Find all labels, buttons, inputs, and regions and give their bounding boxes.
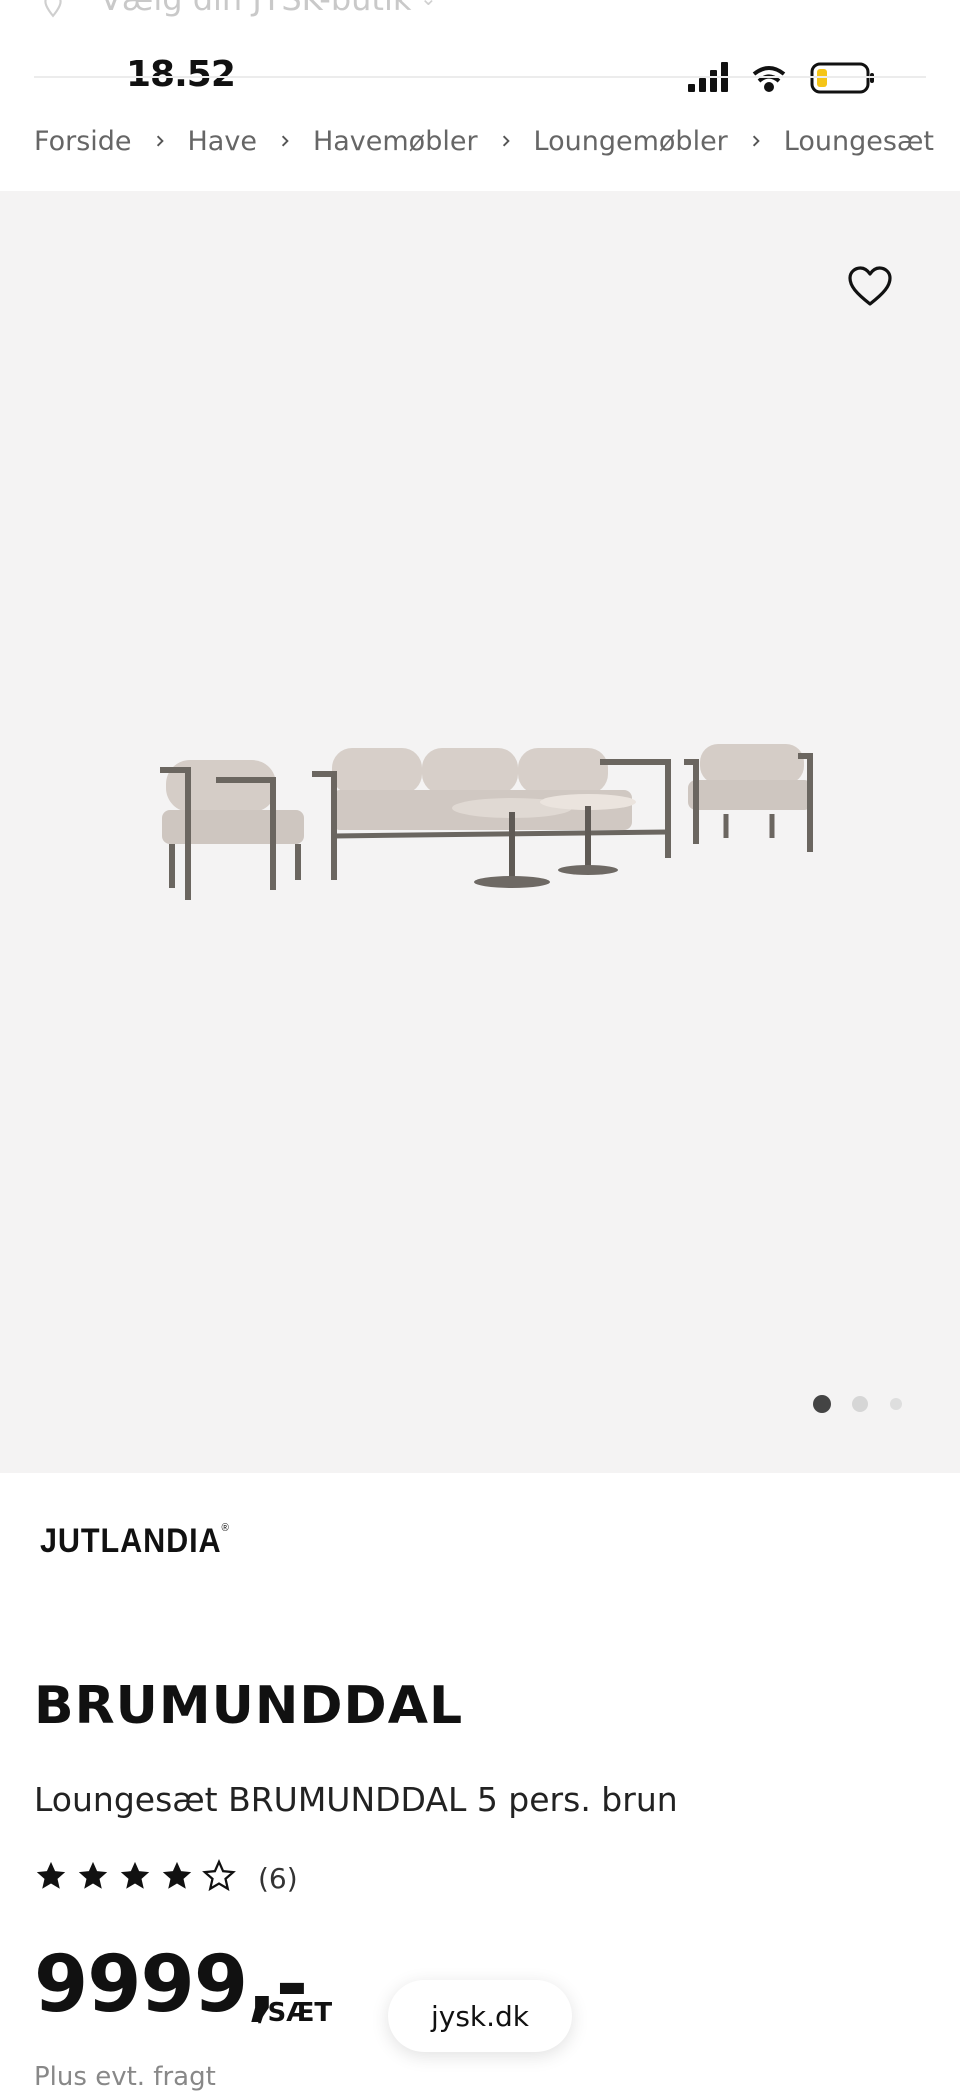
- star-empty-icon: [202, 1859, 236, 1892]
- product-subtitle: Loungesæt BRUMUNDDAL 5 pers. brun: [34, 1780, 678, 1819]
- coffee-tables: [452, 794, 636, 888]
- status-time: 18.52: [126, 54, 236, 95]
- rating-stars: [34, 1859, 244, 1897]
- gallery-pagination[interactable]: [808, 1394, 908, 1414]
- breadcrumb: Forside Have Havemøbler Loungemøbler Lou…: [34, 120, 934, 162]
- pagination-dot: [890, 1398, 902, 1410]
- divider: [34, 76, 926, 78]
- battery-icon: [810, 62, 874, 94]
- breadcrumb-item-havemobler[interactable]: Havemøbler: [313, 126, 478, 157]
- breadcrumb-item-have[interactable]: Have: [188, 126, 257, 157]
- pagination-dot-active: [813, 1395, 831, 1413]
- price-unit: /SÆT: [258, 1998, 333, 2028]
- review-count: (6): [258, 1861, 298, 1895]
- star-filled-icon: [162, 1861, 192, 1889]
- breadcrumb-item-loungemobler[interactable]: Loungemøbler: [534, 126, 728, 157]
- freight-note: Plus evt. fragt: [34, 2062, 216, 2092]
- armchair-left: [160, 760, 304, 900]
- chevron-right-icon: [156, 135, 164, 147]
- status-icons: [688, 62, 874, 94]
- rating[interactable]: (6): [34, 1858, 298, 1898]
- location-pin-icon: [44, 0, 62, 18]
- star-filled-icon: [36, 1861, 66, 1889]
- pagination-dot: [852, 1396, 868, 1412]
- heart-icon[interactable]: [846, 264, 894, 308]
- chevron-right-icon: [502, 135, 510, 147]
- chevron-down-icon: ⌄: [420, 0, 437, 10]
- wifi-icon: [752, 66, 786, 92]
- chevron-right-icon: [752, 135, 760, 147]
- armchair-right: [684, 744, 813, 852]
- browser-url-pill[interactable]: jysk.dk: [388, 1980, 572, 2052]
- chevron-right-icon: [281, 135, 289, 147]
- product-title: BRUMUNDDAL: [34, 1676, 464, 1736]
- store-selector-bar[interactable]: Vælg din JYSK-butik ⌄: [0, 0, 960, 24]
- star-filled-icon: [120, 1861, 150, 1889]
- star-filled-icon: [78, 1861, 108, 1889]
- breadcrumb-item-loungesaet[interactable]: Loungesæt: [784, 126, 934, 157]
- store-selector-label: Vælg din JYSK-butik: [100, 0, 411, 18]
- brand-logo: JUTLANDIA®: [40, 1522, 230, 1560]
- product-image: [160, 744, 813, 900]
- breadcrumb-item-forside[interactable]: Forside: [34, 126, 132, 157]
